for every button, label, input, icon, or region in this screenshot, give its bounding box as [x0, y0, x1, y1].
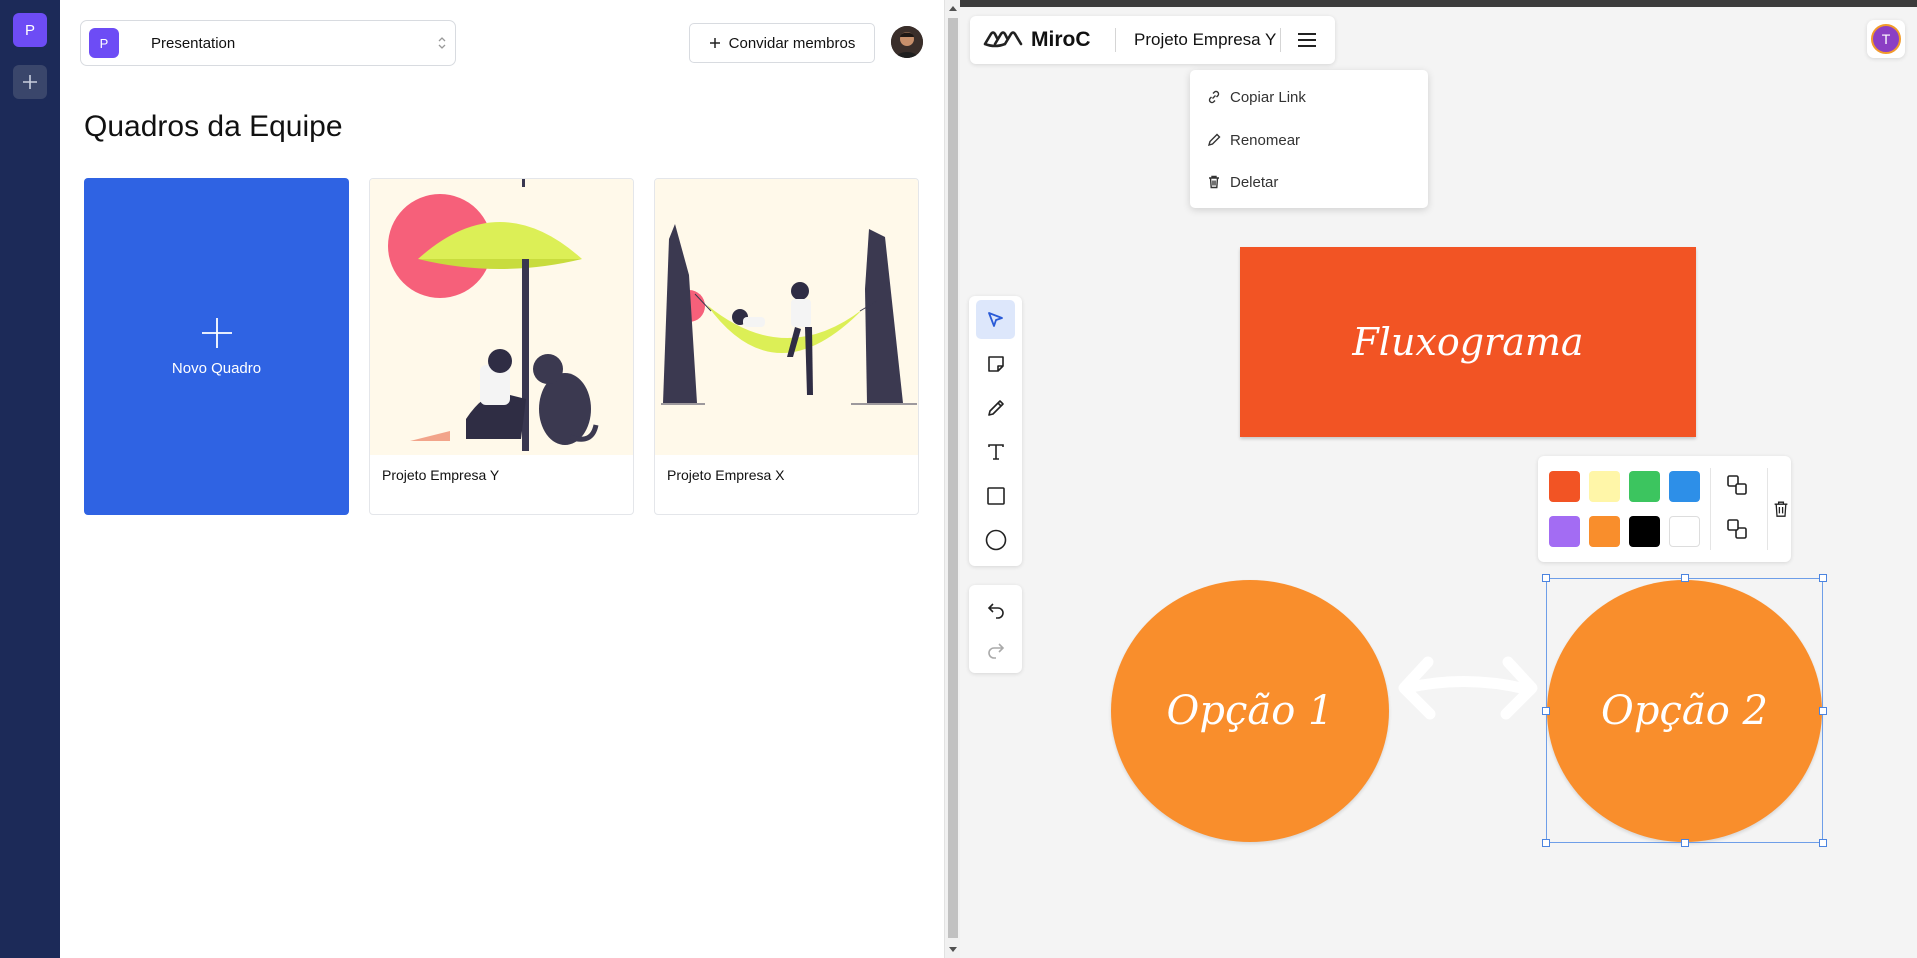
pen-tool[interactable]: [976, 388, 1015, 427]
dashboard: P Presentation Convidar membros Quadros …: [60, 0, 944, 958]
sticky-note-icon: [987, 355, 1004, 372]
square-icon: [986, 486, 1005, 505]
select-tool[interactable]: [976, 300, 1015, 339]
color-swatch-red[interactable]: [1549, 471, 1580, 502]
invite-members-button[interactable]: Convidar membros: [689, 23, 875, 63]
menu-item-label: Copiar Link: [1230, 88, 1306, 106]
divider: [1280, 28, 1281, 52]
undo-icon: [987, 602, 1004, 619]
link-icon: [1208, 90, 1220, 104]
board-canvas[interactable]: MiroC Projeto Empresa Y T Copiar Link Re…: [960, 0, 1917, 958]
flowchart-rectangle[interactable]: Fluxograma: [1240, 247, 1696, 437]
divider: [1115, 28, 1116, 52]
invite-label: Convidar membros: [728, 34, 856, 52]
page-title: Quadros da Equipe: [84, 110, 343, 143]
hamburger-icon: [1298, 33, 1316, 47]
color-swatch-blue[interactable]: [1669, 471, 1700, 502]
org-rail: P: [0, 0, 60, 958]
chevron-updown-icon: [438, 37, 446, 49]
board-name: Projeto Empresa Y: [382, 467, 500, 483]
new-board-card[interactable]: Novo Quadro: [84, 178, 349, 515]
bring-to-front-button[interactable]: [1722, 470, 1752, 500]
pencil-icon: [1207, 133, 1221, 147]
board-thumbnail-umbrella: [370, 179, 633, 455]
send-to-back-button[interactable]: [1722, 514, 1752, 544]
menu-item-delete[interactable]: Deletar: [1206, 167, 1278, 197]
board-card[interactable]: Projeto Empresa Y: [369, 178, 634, 515]
resize-handle[interactable]: [1542, 839, 1550, 847]
org-selector[interactable]: P Presentation: [80, 20, 456, 66]
resize-handle[interactable]: [1681, 839, 1689, 847]
resize-handle[interactable]: [1542, 707, 1550, 715]
color-swatch-white[interactable]: [1669, 516, 1700, 547]
tools-toolbar: [969, 296, 1022, 566]
resize-handle[interactable]: [1819, 839, 1827, 847]
circle-icon: [985, 529, 1006, 550]
vertical-scrollbar[interactable]: [944, 0, 960, 958]
color-swatch-orange[interactable]: [1589, 516, 1620, 547]
menu-item-copy-link[interactable]: Copiar Link: [1206, 82, 1306, 112]
plus-icon: [709, 38, 720, 48]
board-context-menu: Copiar Link Renomear Deletar: [1190, 70, 1428, 208]
delete-shape-button[interactable]: [1773, 494, 1789, 524]
color-swatch-black[interactable]: [1629, 516, 1660, 547]
send-to-back-icon: [1727, 519, 1747, 539]
color-swatch-light-yellow[interactable]: [1589, 471, 1620, 502]
board-header: MiroC Projeto Empresa Y: [970, 16, 1335, 64]
menu-item-label: Renomear: [1230, 131, 1301, 149]
sticky-note-tool[interactable]: [976, 344, 1015, 383]
resize-handle[interactable]: [1542, 574, 1550, 582]
history-toolbar: [969, 585, 1022, 673]
shape-text: Fluxograma: [1352, 320, 1584, 364]
color-swatch-purple[interactable]: [1549, 516, 1580, 547]
undo-button[interactable]: [976, 590, 1015, 629]
text-tool[interactable]: [976, 432, 1015, 471]
user-avatar[interactable]: [891, 26, 923, 58]
trash-icon: [1209, 175, 1219, 189]
brand-name: MiroC: [1031, 28, 1091, 51]
selection-box: [1542, 574, 1827, 847]
window-top-strip: [960, 0, 1917, 7]
user-initial: T: [1871, 24, 1901, 54]
rectangle-tool[interactable]: [976, 476, 1015, 515]
cursor-icon: [987, 311, 1003, 327]
new-board-label: Novo Quadro: [171, 360, 262, 377]
plus-icon: [201, 318, 232, 348]
scroll-thumb[interactable]: [948, 18, 958, 938]
org-avatar[interactable]: P: [13, 13, 47, 47]
color-swatch-green[interactable]: [1629, 471, 1660, 502]
scroll-up-arrow-icon[interactable]: [949, 6, 957, 11]
pen-icon: [987, 399, 1004, 416]
menu-item-rename[interactable]: Renomear: [1206, 125, 1300, 155]
text-icon: [987, 443, 1004, 460]
board-user-avatar[interactable]: T: [1867, 20, 1905, 58]
board-thumbnail-hammock: [655, 179, 918, 455]
menu-item-label: Deletar: [1230, 173, 1279, 191]
menu-button[interactable]: [1294, 28, 1320, 52]
user-photo: [891, 26, 923, 58]
scroll-down-arrow-icon[interactable]: [949, 947, 957, 952]
org-selector-label: Presentation: [151, 35, 236, 52]
bring-to-front-icon: [1727, 475, 1747, 495]
divider: [1767, 468, 1768, 550]
double-arrow-connector[interactable]: [1398, 652, 1538, 726]
org-badge: P: [89, 28, 119, 58]
plus-icon: [23, 75, 37, 89]
option-1-ellipse[interactable]: Opção 1: [1111, 580, 1389, 842]
shape-color-panel: [1538, 456, 1791, 562]
add-org-button[interactable]: [13, 65, 47, 99]
ellipse-tool[interactable]: [976, 520, 1015, 559]
divider: [1710, 468, 1711, 550]
board-card[interactable]: Projeto Empresa X: [654, 178, 919, 515]
trash-icon: [1774, 501, 1788, 517]
redo-icon: [987, 642, 1004, 659]
redo-button[interactable]: [976, 630, 1015, 669]
board-name: Projeto Empresa X: [667, 467, 785, 483]
resize-handle[interactable]: [1819, 574, 1827, 582]
resize-handle[interactable]: [1681, 574, 1689, 582]
board-title: Projeto Empresa Y: [1134, 30, 1277, 49]
resize-handle[interactable]: [1819, 707, 1827, 715]
brand-logo-icon: [983, 31, 1023, 48]
shape-text: Opção 1: [1166, 688, 1334, 734]
